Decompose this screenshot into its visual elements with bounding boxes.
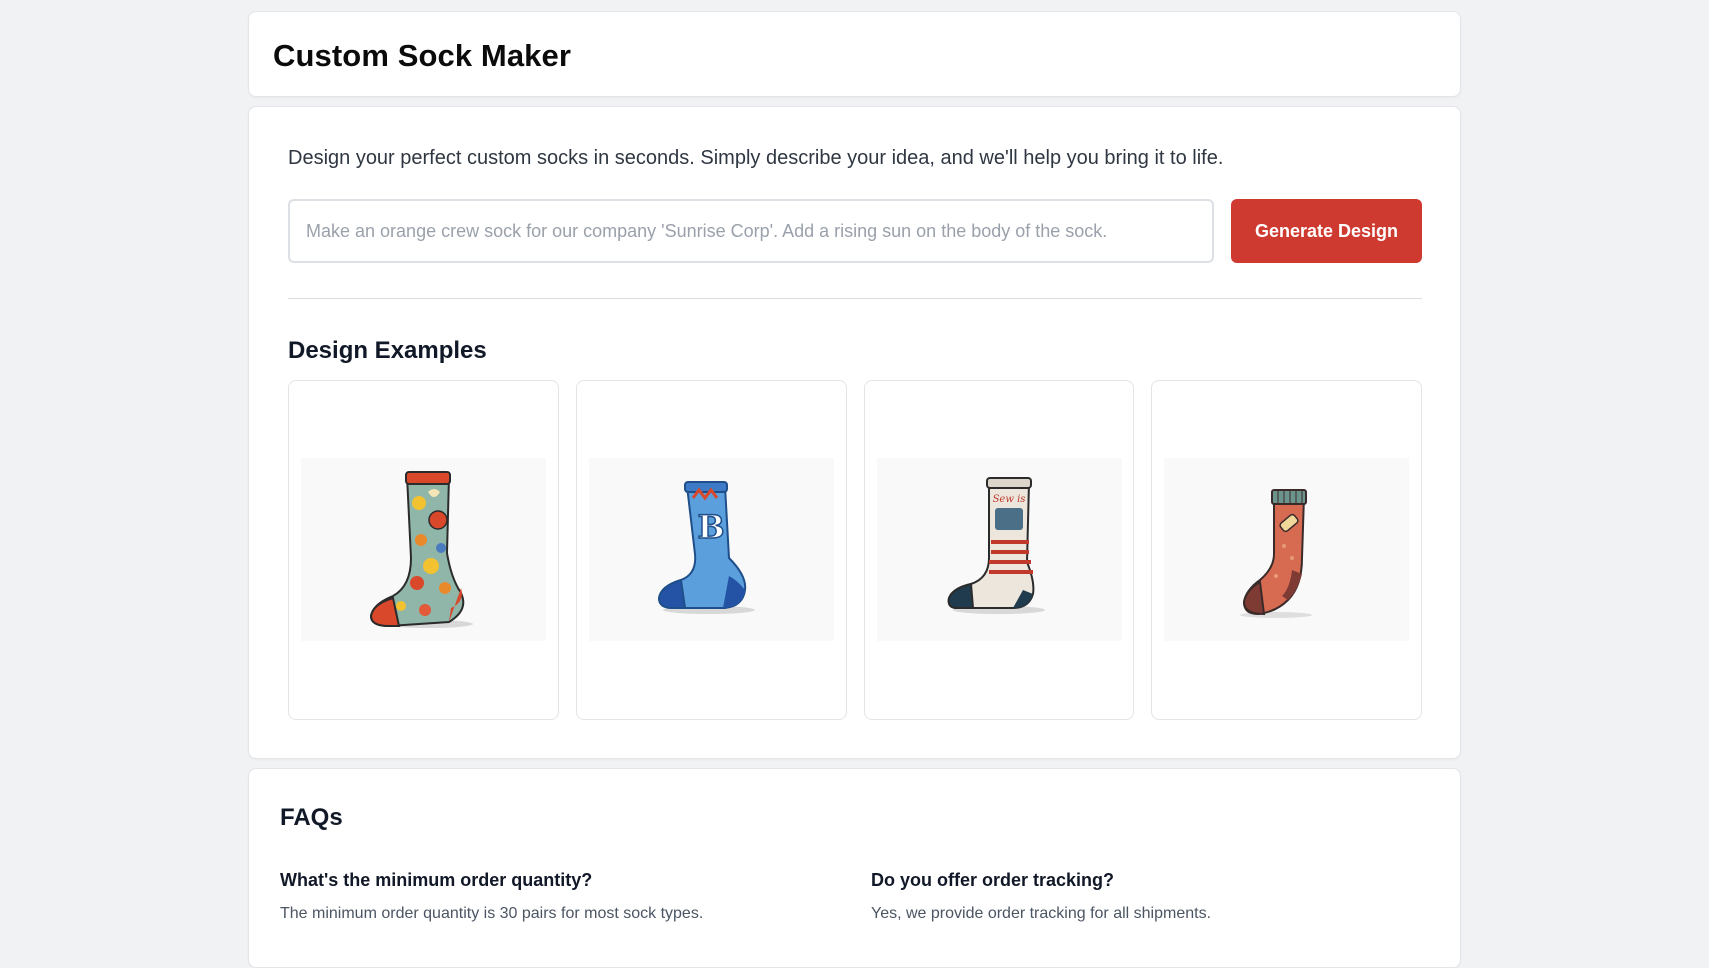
design-example-card[interactable]: B [575, 380, 847, 720]
faq-card: FAQs What's the minimum order quantity? … [248, 768, 1461, 968]
orange-bandage-sock-icon [1164, 458, 1410, 641]
intro-text: Design your perfect custom socks in seco… [288, 147, 1224, 169]
faq-answer: The minimum order quantity is 30 pairs f… [280, 905, 704, 922]
faq-item: Do you offer order tracking? Yes, we pro… [871, 870, 1431, 923]
faq-item: What's the minimum order quantity? The m… [280, 870, 840, 923]
design-prompt-input[interactable] [288, 199, 1214, 263]
generate-design-button[interactable]: Generate Design [1231, 199, 1422, 263]
svg-text:Sew is: Sew is [992, 494, 1025, 505]
divider [288, 298, 1422, 299]
faq-question: What's the minimum order quantity? [280, 870, 593, 890]
faq-answer: Yes, we provide order tracking for all s… [871, 905, 1212, 922]
design-examples-grid: B Sew is [288, 380, 1422, 720]
page-title: Custom Sock Maker [273, 38, 572, 73]
design-example-card[interactable] [1151, 380, 1422, 720]
fruit-pattern-sock-icon [301, 458, 546, 641]
design-example-card[interactable]: Sew is [863, 380, 1135, 720]
designer-card: Design your perfect custom socks in seco… [248, 106, 1461, 759]
design-example-card[interactable] [288, 380, 559, 720]
sewing-machine-striped-sock-icon: Sew is [876, 458, 1122, 641]
header-card: Custom Sock Maker [248, 11, 1461, 97]
faq-question: Do you offer order tracking? [871, 870, 1115, 890]
faq-title: FAQs [280, 804, 343, 831]
blue-letter-b-sock-icon: B [588, 458, 834, 641]
design-examples-title: Design Examples [288, 337, 487, 364]
svg-text:B: B [697, 508, 724, 546]
